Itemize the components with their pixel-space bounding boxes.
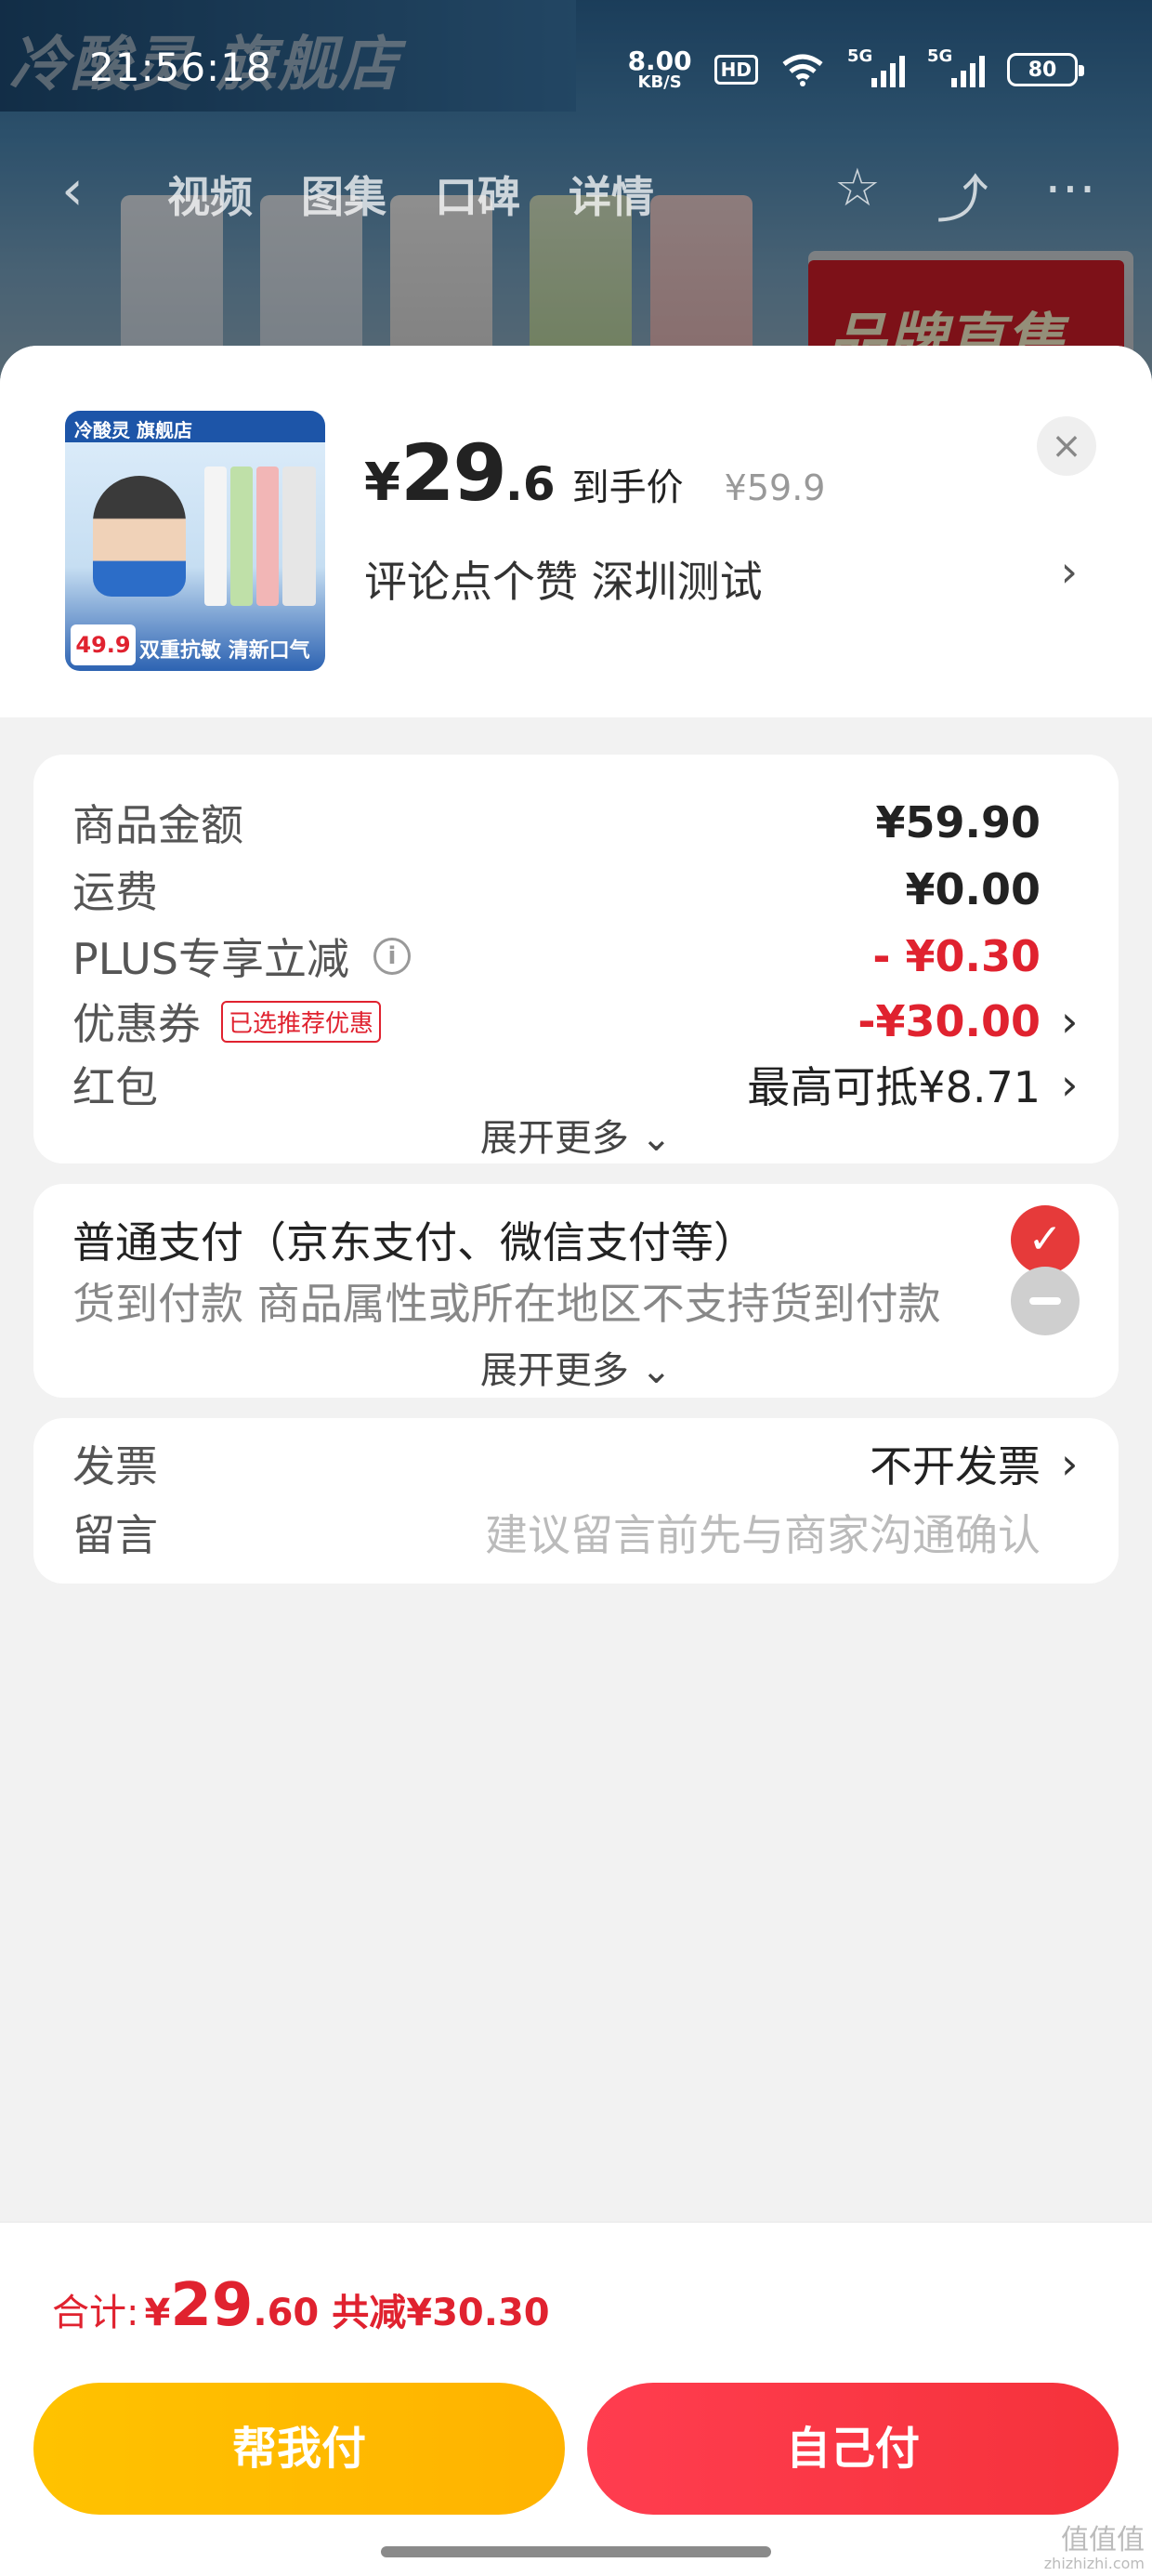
chevron-right-icon[interactable]: › xyxy=(1061,546,1078,597)
thumbnail-person xyxy=(93,476,186,597)
self-pay-button[interactable]: 自己付 xyxy=(587,2383,1119,2515)
chevron-right-icon: › xyxy=(1061,996,1079,1046)
total-integer: 29 xyxy=(170,2271,254,2340)
plus-discount-value: - ¥0.30 xyxy=(872,931,1041,981)
disabled-icon xyxy=(1011,1267,1080,1335)
watermark-sub: zhizhizhi.com xyxy=(1043,2555,1145,2573)
red-packet-value: 最高可抵¥8.71 xyxy=(747,1062,1041,1112)
total-discount: 共减¥30.30 xyxy=(332,2292,550,2334)
home-indicator[interactable] xyxy=(381,2546,771,2557)
tab-video[interactable]: 视频 xyxy=(167,164,253,225)
product-nav: ‹ 视频 图集 口碑 详情 ☆ ⤴ ⋯ xyxy=(0,149,1152,232)
price-integer: 29 xyxy=(399,427,507,519)
thumbnail-price: 49.9 xyxy=(71,624,136,665)
promo-text[interactable]: 评论点个赞 深圳测试 xyxy=(364,548,763,610)
product-header: 冷酸灵 旗舰店 49.9 双重抗敏 清新口气 ¥ 29 .6 到手价 ¥59.9… xyxy=(0,346,1152,717)
thumbnail-tube xyxy=(204,467,227,606)
note-label: 留言 xyxy=(72,1510,158,1560)
payment-method-card: 普通支付（京东支付、微信支付等） ✓ 货到付款 商品属性或所在地区不支持货到付款… xyxy=(33,1184,1119,1398)
row-shipping: 运费 ¥0.00 xyxy=(72,857,1080,922)
goods-amount-label: 商品金额 xyxy=(72,800,243,850)
help-pay-button[interactable]: 帮我付 xyxy=(33,2383,565,2515)
red-packet-label: 红包 xyxy=(72,1062,158,1112)
row-note[interactable]: 留言 建议留言前先与商家沟通确认 xyxy=(72,1500,1080,1565)
product-tabs: 视频 图集 口碑 详情 xyxy=(167,164,654,225)
payment-option-cod: 货到付款 商品属性或所在地区不支持货到付款 xyxy=(72,1264,1080,1338)
more-icon[interactable]: ⋯ xyxy=(1044,158,1096,233)
status-icons: 8.00 KB/S HD 5G 5G 80 xyxy=(628,46,1084,93)
invoice-label: 发票 xyxy=(72,1441,158,1492)
battery-level: 80 xyxy=(1028,58,1057,82)
row-plus-discount: PLUS专享立减 i - ¥0.30 xyxy=(72,924,1080,989)
plus-discount-label: PLUS专享立减 xyxy=(72,934,349,984)
total-bar: 合计: ¥ 29 .60 共减¥30.30 xyxy=(0,2221,1152,2370)
watermark: 值值值 zhizhizhi.com xyxy=(1044,2525,1145,2572)
share-icon[interactable]: ⤴ xyxy=(936,158,988,233)
info-icon[interactable]: i xyxy=(373,938,411,975)
price-currency: ¥ xyxy=(364,453,400,513)
coupon-tag: 已选推荐优惠 xyxy=(221,1000,382,1043)
goods-amount-value: ¥59.90 xyxy=(875,797,1041,848)
final-price: ¥ 29 .6 到手价 ¥59.9 xyxy=(364,427,825,519)
action-bar: 帮我付 自己付 值值值 zhizhizhi.com xyxy=(0,2370,1152,2576)
total-label: 合计: xyxy=(52,2292,139,2334)
product-thumbnail[interactable]: 冷酸灵 旗舰店 49.9 双重抗敏 清新口气 xyxy=(65,411,325,671)
close-icon: × xyxy=(1051,425,1082,467)
thumbnail-toothbrushes xyxy=(282,467,316,606)
back-icon[interactable]: ‹ xyxy=(61,158,84,223)
note-input[interactable]: 建议留言前先与商家沟通确认 xyxy=(485,1502,1041,1563)
row-goods-amount: 商品金额 ¥59.90 xyxy=(72,790,1080,855)
chevron-right-icon: › xyxy=(1061,1439,1079,1489)
favorite-icon[interactable]: ☆ xyxy=(834,158,881,233)
price-tag: 到手价 xyxy=(571,467,684,509)
total-currency: ¥ xyxy=(144,2292,171,2334)
status-time: 21:56:18 xyxy=(89,45,272,90)
coupon-value: -¥30.00 xyxy=(857,996,1041,1046)
thumbnail-tube xyxy=(230,467,253,606)
signal-label: 5G xyxy=(847,46,873,66)
total-decimal: .60 xyxy=(253,2292,320,2334)
net-speed-value: 8.00 xyxy=(627,46,692,76)
net-speed-unit: KB/S xyxy=(637,72,682,92)
hd-icon: HD xyxy=(713,55,758,85)
thumbnail-brand: 冷酸灵 旗舰店 xyxy=(65,411,325,442)
status-bar: 21:56:18 8.00 KB/S HD 5G 5G 80 xyxy=(0,0,1152,139)
invoice-value: 不开发票 xyxy=(870,1441,1041,1492)
battery-icon: 80 xyxy=(1007,53,1084,86)
cod-label: 货到付款 商品属性或所在地区不支持货到付款 xyxy=(72,1279,941,1329)
price-decimal: .6 xyxy=(504,457,556,511)
net-speed: 8.00 KB/S xyxy=(628,48,692,91)
expand-more-button[interactable]: 展开更多 ⌄ xyxy=(33,1108,1119,1162)
shipping-label: 运费 xyxy=(72,867,158,917)
thumbnail-tube xyxy=(256,467,279,606)
tab-details[interactable]: 详情 xyxy=(569,164,654,225)
signal-icon: 5G xyxy=(927,46,985,87)
invoice-note-card: 发票 不开发票 › 留言 建议留言前先与商家沟通确认 xyxy=(33,1418,1119,1584)
normal-pay-label: 普通支付（京东支付、微信支付等） xyxy=(72,1217,756,1268)
chevron-right-icon: › xyxy=(1061,1059,1079,1110)
wifi-icon xyxy=(782,54,823,86)
tab-reviews[interactable]: 口碑 xyxy=(435,164,520,225)
row-invoice[interactable]: 发票 不开发票 › xyxy=(72,1431,1080,1496)
signal-label: 5G xyxy=(927,46,953,66)
watermark-main: 值值值 xyxy=(1061,2524,1145,2557)
coupon-label: 优惠券 xyxy=(72,999,201,1049)
row-coupon[interactable]: 优惠券 已选推荐优惠 -¥30.00 › xyxy=(72,989,1080,1054)
price-breakdown-card: 商品金额 ¥59.90 运费 ¥0.00 PLUS专享立减 i - ¥0.30 … xyxy=(33,755,1119,1163)
thumbnail-slogan: 双重抗敏 清新口气 xyxy=(139,639,310,663)
original-price: ¥59.9 xyxy=(724,467,826,508)
total-line: 合计: ¥ 29 .60 共减¥30.30 xyxy=(52,2271,550,2340)
close-button[interactable]: × xyxy=(1037,416,1096,476)
signal-icon: 5G xyxy=(847,46,905,87)
nav-icons: ☆ ⤴ ⋯ xyxy=(834,158,1096,233)
shipping-value: ¥0.00 xyxy=(905,864,1041,914)
expand-more-button[interactable]: 展开更多 ⌄ xyxy=(33,1340,1119,1394)
tab-gallery[interactable]: 图集 xyxy=(301,164,386,225)
